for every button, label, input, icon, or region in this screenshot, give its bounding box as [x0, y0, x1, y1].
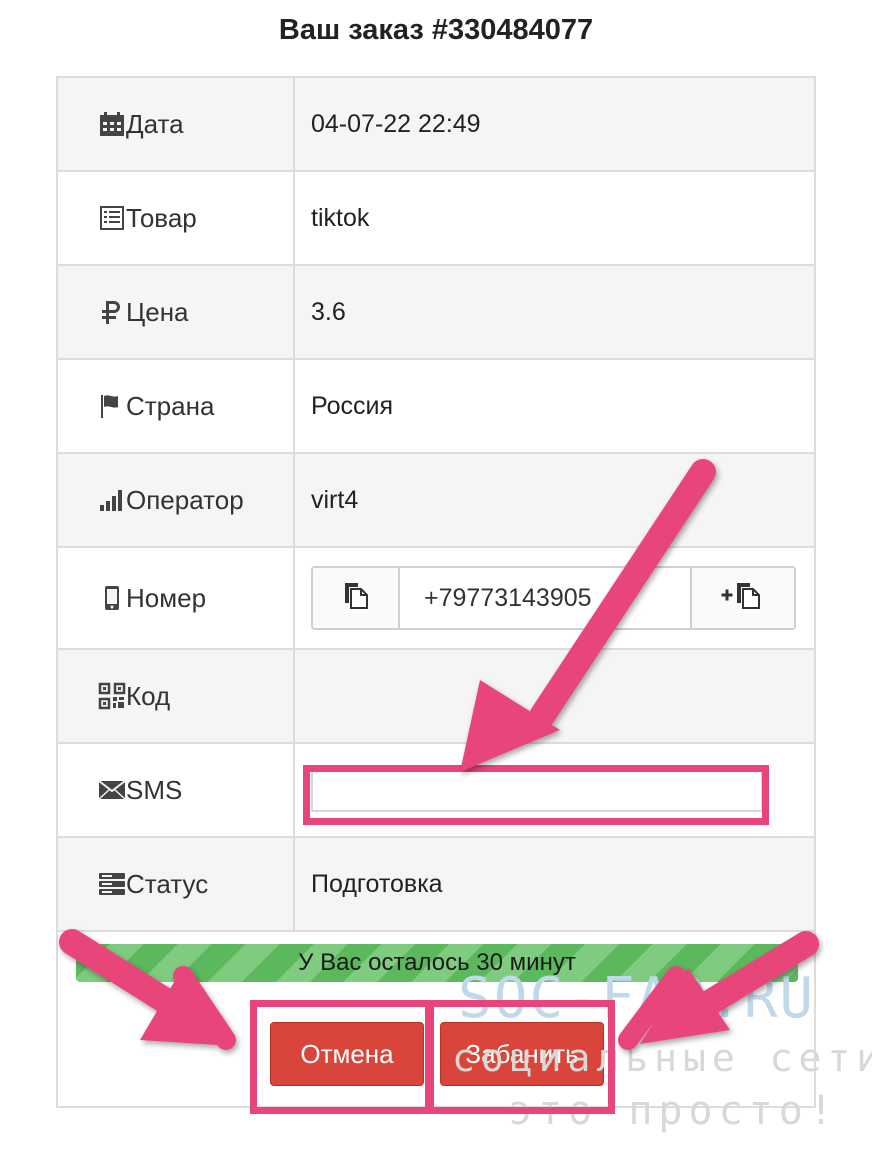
label-cell: Оператор — [58, 454, 295, 546]
country-value: Россия — [311, 391, 393, 420]
plus-copy-icon — [720, 580, 766, 617]
label-text: Статус — [126, 868, 209, 899]
order-table: Дата 04-07-22 22:49 Товар tiktok Цена 3.… — [56, 76, 816, 1108]
row-product: Товар tiktok — [58, 172, 814, 266]
label-text: Дата — [126, 108, 184, 139]
label-text: Товар — [126, 202, 197, 233]
row-number: Номер +79773143905 — [58, 548, 814, 650]
date-value: 04-07-22 22:49 — [311, 109, 481, 138]
signal-icon — [98, 486, 126, 514]
sms-highlight-box — [303, 765, 769, 825]
row-date: Дата 04-07-22 22:49 — [58, 78, 814, 172]
label-text: Код — [126, 680, 171, 711]
label-cell: Дата — [58, 78, 295, 170]
cancel-highlight-box — [250, 1000, 432, 1114]
calendar-icon — [98, 110, 126, 138]
code-value — [295, 650, 814, 742]
time-remaining-bar: У Вас осталось 30 минут — [76, 944, 798, 982]
label-text: Оператор — [126, 484, 244, 515]
copy-button[interactable] — [313, 568, 400, 628]
operator-value: virt4 — [311, 485, 359, 514]
list-icon — [98, 204, 126, 232]
label-cell: SMS — [58, 744, 295, 836]
flag-icon — [98, 392, 126, 420]
product-value: tiktok — [311, 203, 370, 232]
qrcode-icon — [98, 682, 126, 710]
label-text: SMS — [126, 774, 183, 805]
row-status: Статус Подготовка — [58, 838, 814, 932]
row-code: Код — [58, 650, 814, 744]
number-cell: +79773143905 — [295, 548, 814, 648]
label-text: Цена — [126, 296, 189, 327]
phone-number-field[interactable]: +79773143905 — [400, 568, 690, 628]
row-price: Цена 3.6 — [58, 266, 814, 360]
label-cell: Страна — [58, 360, 295, 452]
status-value: Подготовка — [311, 869, 443, 898]
label-cell: Товар — [58, 172, 295, 264]
label-text: Номер — [126, 582, 207, 613]
label-cell: Цена — [58, 266, 295, 358]
label-cell: Статус — [58, 838, 295, 930]
label-text: Страна — [126, 390, 215, 421]
phone-input-group: +79773143905 — [311, 566, 796, 630]
envelope-icon — [98, 776, 126, 804]
page-title: Ваш заказ #330484077 — [278, 14, 594, 46]
price-value: 3.6 — [311, 297, 346, 326]
row-country: Страна Россия — [58, 360, 814, 454]
mobile-icon — [98, 584, 126, 612]
ruble-icon — [98, 298, 126, 326]
time-remaining-text: У Вас осталось 30 минут — [298, 949, 576, 976]
copy-icon — [341, 580, 371, 617]
label-cell: Номер — [58, 548, 295, 648]
ban-highlight-box — [427, 1000, 615, 1114]
label-cell: Код — [58, 650, 295, 742]
copy-without-code-button[interactable] — [690, 568, 794, 628]
row-operator: Оператор virt4 — [58, 454, 814, 548]
server-icon — [98, 870, 126, 898]
